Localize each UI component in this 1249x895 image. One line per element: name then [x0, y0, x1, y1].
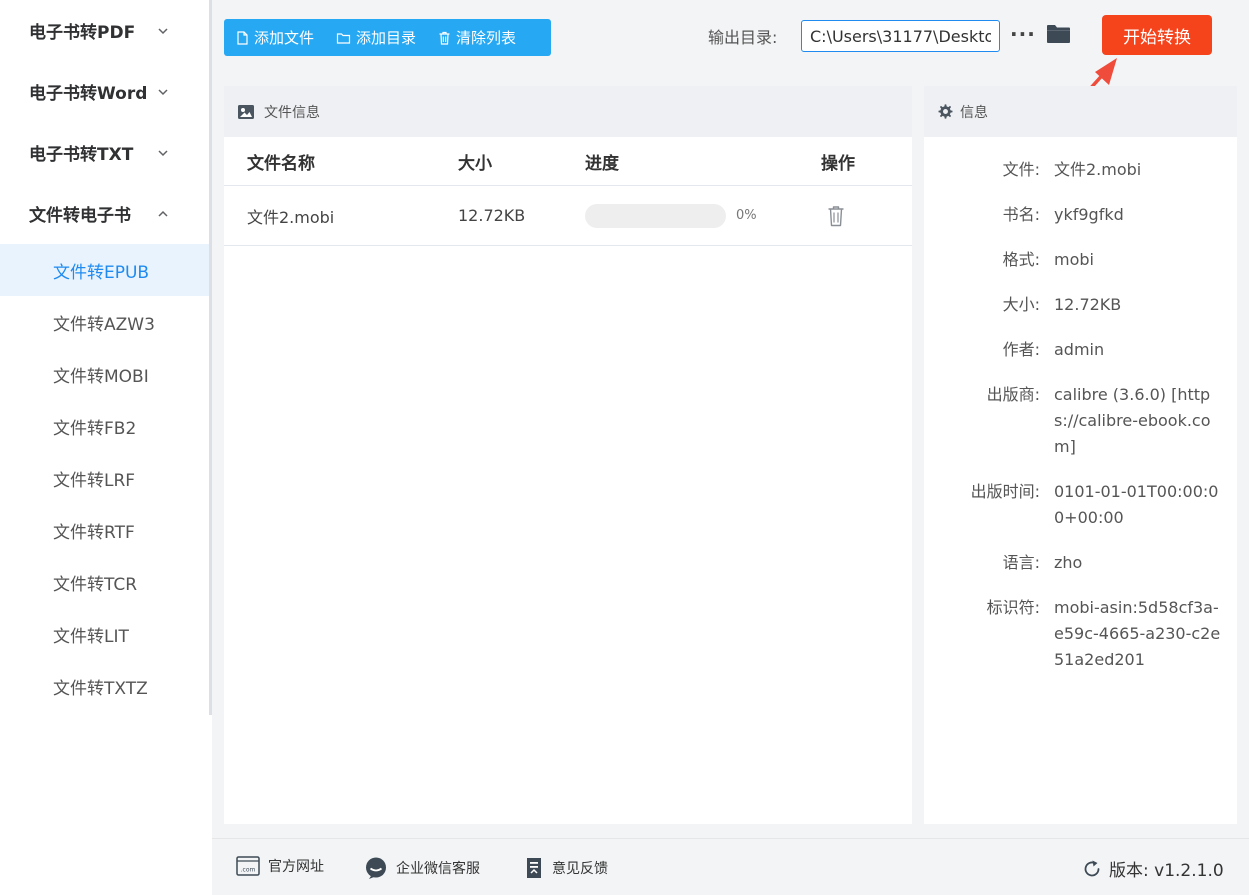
add-file-label: 添加文件 [254, 29, 315, 47]
trash-icon [439, 31, 450, 45]
info-list: 文件: 文件2.mobi 书名: ykf9gfkd 格式: mobi 大小: 1… [924, 137, 1237, 673]
start-convert-button[interactable]: 开始转换 [1102, 15, 1212, 55]
trash-icon[interactable] [827, 205, 845, 227]
info-row-size: 大小: 12.72KB [924, 292, 1237, 318]
info-row-publisher: 出版商: calibre (3.6.0) [https://calibre-eb… [924, 382, 1237, 460]
feedback-label: 意见反馈 [552, 861, 608, 877]
output-directory-label: 输出目录: [708, 28, 778, 47]
info-row-file: 文件: 文件2.mobi [924, 157, 1237, 183]
sidebar-item-azw3[interactable]: 文件转AZW3 [0, 296, 212, 348]
info-value: zho [1054, 553, 1083, 572]
progress-percent: 0% [736, 208, 757, 223]
file-panel-title: 文件信息 [264, 104, 320, 121]
column-action-header: 操作 [821, 153, 855, 174]
file-table-header: 文件名称 大小 进度 操作 [224, 137, 912, 186]
feedback-icon [527, 858, 541, 878]
info-row-identifier: 标识符: mobi-asin:5d58cf3a-e59c-4665-a230-c… [924, 595, 1237, 673]
feedback-link[interactable]: 意见反馈 [524, 856, 608, 880]
more-button[interactable]: ··· [1010, 22, 1036, 46]
info-value: 文件2.mobi [1054, 160, 1142, 179]
clear-list-label: 清除列表 [456, 29, 517, 47]
info-row-format: 格式: mobi [924, 247, 1237, 273]
info-value: mobi-asin:5d58cf3a-e59c-4665-a230-c2e51a… [1054, 598, 1221, 669]
file-name-cell: 文件2.mobi [247, 207, 335, 227]
info-row-author: 作者: admin [924, 337, 1237, 363]
info-row-publish-date: 出版时间: 0101-01-01T00:00:00+00:00 [924, 479, 1237, 531]
info-row-title: 书名: ykf9gfkd [924, 202, 1237, 228]
file-button-group: 添加文件 添加目录 清除列表 [224, 19, 551, 56]
info-value: ykf9gfkd [1054, 205, 1124, 224]
output-directory-input[interactable] [801, 20, 1000, 52]
footer: .com 官方网址 企业微信客服 意见反馈 版本: v1.2.1.0 [212, 838, 1249, 895]
sidebar-group-label: 电子书转TXT [29, 145, 134, 165]
folder-icon[interactable] [1046, 24, 1071, 44]
svg-text:.com: .com [241, 867, 256, 874]
official-website-link[interactable]: .com 官方网址 [236, 856, 324, 876]
info-value: 0101-01-01T00:00:00+00:00 [1054, 482, 1219, 527]
sidebar-item-mobi[interactable]: 文件转MOBI [0, 348, 212, 400]
info-key: 书名: [1002, 205, 1040, 224]
info-value: 12.72KB [1054, 295, 1122, 314]
file-info-panel: 文件信息 文件名称 大小 进度 操作 文件2.mobi 12.72KB 0% [224, 86, 912, 824]
info-row-language: 语言: zho [924, 550, 1237, 576]
info-panel: 信息 文件: 文件2.mobi 书名: ykf9gfkd 格式: mobi 大小… [924, 86, 1237, 824]
column-size-header: 大小 [458, 153, 492, 174]
info-key: 格式: [1002, 250, 1040, 269]
official-website-label: 官方网址 [268, 859, 324, 875]
sidebar-item-rtf[interactable]: 文件转RTF [0, 504, 212, 556]
chevron-down-icon [158, 27, 168, 34]
info-value: calibre (3.6.0) [https://calibre-ebook.c… [1054, 385, 1211, 456]
sidebar-item-lit[interactable]: 文件转LIT [0, 608, 212, 660]
info-key: 标识符: [986, 598, 1040, 617]
sidebar-group-label: 电子书转PDF [29, 23, 136, 43]
file-panel-header: 文件信息 [224, 86, 912, 137]
sidebar-group-label: 文件转电子书 [29, 206, 131, 226]
chat-icon [366, 857, 386, 879]
info-panel-header: 信息 [924, 86, 1237, 137]
sidebar-group-txt[interactable]: 电子书转TXT [0, 122, 212, 183]
column-progress-header: 进度 [585, 153, 619, 174]
chevron-down-icon [158, 88, 168, 95]
info-panel-title: 信息 [960, 104, 988, 121]
refresh-icon[interactable] [1082, 859, 1102, 879]
wechat-support-link[interactable]: 企业微信客服 [364, 856, 480, 880]
info-value: mobi [1054, 250, 1094, 269]
info-key: 语言: [1002, 553, 1040, 572]
sidebar-group-label: 电子书转Word [29, 84, 148, 104]
file-icon [237, 30, 248, 45]
sidebar-scrollbar[interactable] [209, 0, 212, 715]
website-icon: .com [236, 856, 260, 876]
sidebar-item-fb2[interactable]: 文件转FB2 [0, 400, 212, 452]
info-value: admin [1054, 340, 1105, 359]
sidebar-item-epub[interactable]: 文件转EPUB [0, 244, 212, 296]
add-file-button[interactable]: 添加文件 [236, 27, 314, 48]
wechat-support-label: 企业微信客服 [396, 861, 480, 877]
version-label: 版本: v1.2.1.0 [1109, 861, 1224, 881]
image-icon [238, 104, 254, 119]
table-row[interactable]: 文件2.mobi 12.72KB 0% [224, 186, 912, 246]
sidebar-item-tcr[interactable]: 文件转TCR [0, 556, 212, 608]
info-key: 出版商: [986, 385, 1040, 404]
progress-bar [585, 203, 726, 228]
info-key: 文件: [1002, 160, 1040, 179]
clear-list-button[interactable]: 清除列表 [438, 27, 516, 48]
info-key: 作者: [1002, 340, 1040, 359]
sidebar-item-lrf[interactable]: 文件转LRF [0, 452, 212, 504]
sidebar-group-word[interactable]: 电子书转Word [0, 61, 212, 122]
sidebar: 电子书转PDF 电子书转Word 电子书转TXT 文件转电子书 文件转EPUB … [0, 0, 212, 895]
info-key: 大小: [1002, 295, 1040, 314]
version-info: 版本: v1.2.1.0 [1082, 856, 1224, 881]
sidebar-group-file-to-ebook[interactable]: 文件转电子书 [0, 183, 212, 244]
chevron-down-icon [158, 149, 168, 156]
folder-outline-icon [336, 32, 351, 44]
sidebar-group-pdf[interactable]: 电子书转PDF [0, 0, 212, 61]
add-directory-label: 添加目录 [356, 29, 417, 47]
chevron-up-icon [158, 210, 168, 217]
file-size-cell: 12.72KB [458, 206, 526, 225]
add-directory-button[interactable]: 添加目录 [336, 27, 416, 48]
info-key: 出版时间: [970, 482, 1040, 501]
sidebar-item-txtz[interactable]: 文件转TXTZ [0, 660, 212, 712]
gear-icon [938, 104, 953, 119]
column-name-header: 文件名称 [247, 153, 315, 174]
